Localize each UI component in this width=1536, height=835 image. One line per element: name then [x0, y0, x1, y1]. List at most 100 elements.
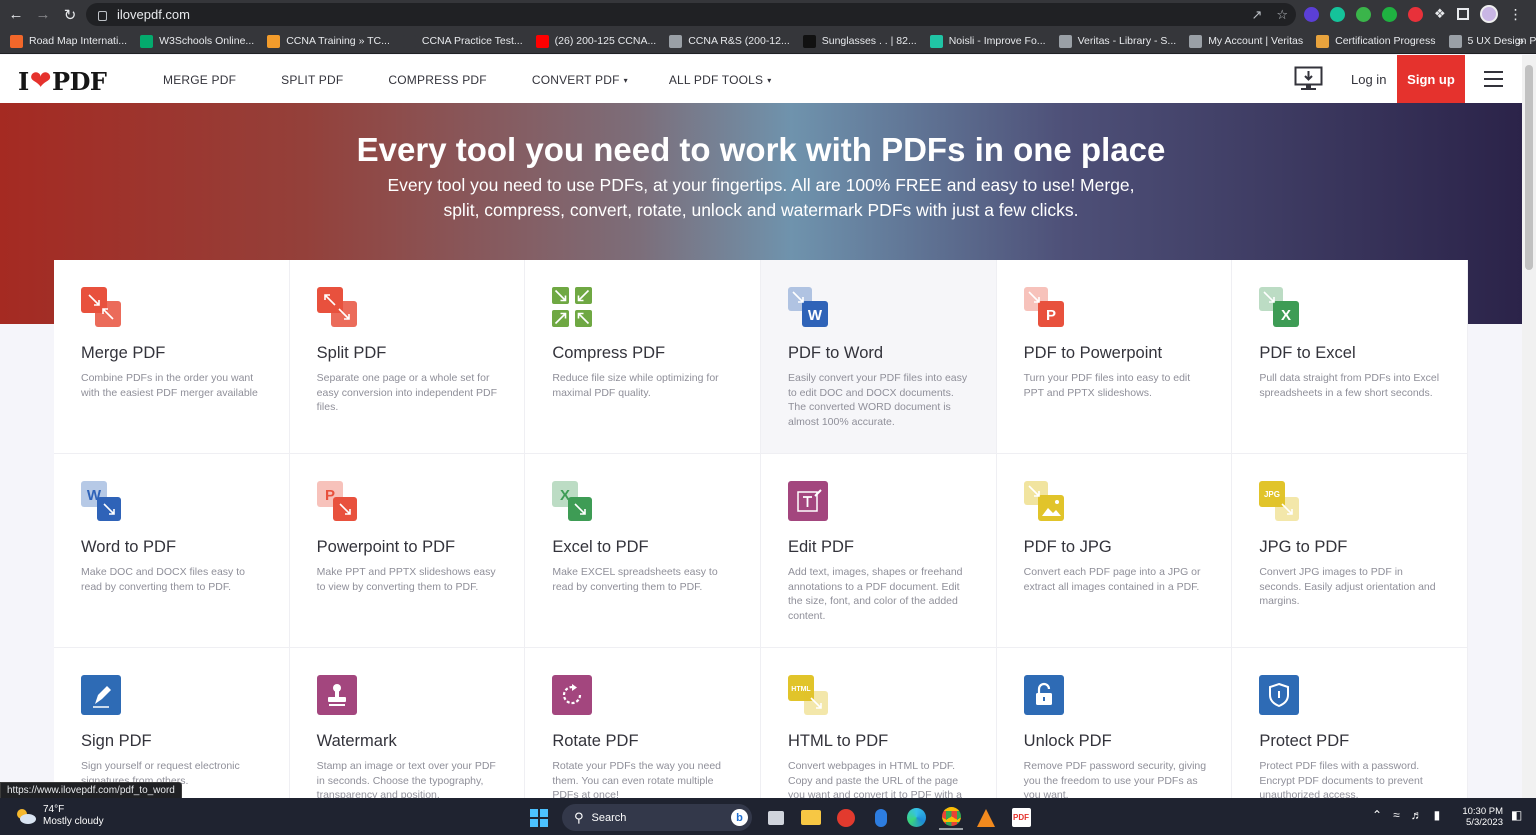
- nav-item[interactable]: SPLIT PDF: [281, 73, 347, 87]
- chrome-menu-icon[interactable]: ⋮: [1509, 6, 1523, 23]
- taskbar-clock[interactable]: 10:30 PM 5/3/2023: [1461, 806, 1503, 828]
- address-url: ilovepdf.com: [117, 7, 190, 22]
- bookmark-item[interactable]: Noisli - Improve Fo...: [929, 34, 1046, 48]
- volume-icon[interactable]: ♬: [1411, 808, 1423, 822]
- login-link[interactable]: Log in: [1351, 72, 1386, 87]
- scrollbar-thumb[interactable]: [1525, 65, 1533, 270]
- tool-card-pdf-to-jpg[interactable]: PDF to JPG Convert each PDF page into a …: [996, 454, 1233, 648]
- ilovepdf-page: I ❤ PDF MERGE PDF SPLIT PDF COMPRESS PDF CO…: [0, 55, 1522, 798]
- weather-widget[interactable]: 74°F Mostly cloudy: [15, 804, 104, 828]
- nav-item[interactable]: CONVERT PDF ▾: [532, 73, 628, 87]
- notification-icon[interactable]: ◧: [1511, 808, 1522, 822]
- bookmark-item[interactable]: Sunglasses . . | 82...: [802, 34, 917, 48]
- share-icon[interactable]: ↗: [1251, 7, 1262, 23]
- windows-start-icon[interactable]: [527, 806, 551, 830]
- svg-text:X: X: [560, 487, 570, 504]
- edge-browser-icon[interactable]: [904, 806, 928, 830]
- battery-icon[interactable]: ▮: [1434, 808, 1441, 822]
- tool-title: Watermark: [316, 732, 397, 750]
- task-view-icon[interactable]: [764, 806, 788, 830]
- hero-subtitle: Every tool you need to use PDFs, at your…: [387, 175, 1135, 220]
- tool-card-unlock-pdf[interactable]: Unlock PDF Remove PDF password security,…: [996, 648, 1233, 798]
- tool-card-merge-pdf[interactable]: Merge PDF Combine PDFs in the order you …: [54, 260, 290, 454]
- ilovepdf-logo[interactable]: I ❤ PDF: [18, 66, 107, 96]
- tool-card-split-pdf[interactable]: Split PDF Separate one page or a whole s…: [289, 260, 526, 454]
- clock-time: 10:30 PM: [1462, 806, 1503, 817]
- lock-icon[interactable]: [98, 10, 107, 21]
- profile-avatar[interactable]: [1479, 5, 1498, 23]
- edit-icon: [788, 481, 828, 521]
- stamp-icon: [316, 675, 357, 715]
- tool-card-pdf-to-excel[interactable]: X PDF to Excel Pull data straight from P…: [1232, 260, 1468, 454]
- extension-icon-3[interactable]: [1356, 6, 1371, 22]
- bookmark-label: 5 UX Design Princip...: [1467, 35, 1536, 47]
- bookmark-item[interactable]: My Account | Veritas: [1189, 34, 1303, 48]
- doc2-icon: W: [81, 481, 121, 521]
- wifi-icon[interactable]: ≈: [1393, 808, 1400, 822]
- tool-title: PDF to Excel: [1259, 344, 1356, 362]
- taskbar-search[interactable]: ⚲ Search b: [562, 804, 752, 831]
- nav-item[interactable]: ALL PDF TOOLS ▾: [669, 73, 772, 87]
- tool-card-powerpoint-to-pdf[interactable]: P Powerpoint to PDF Make PPT and PPTX sl…: [289, 454, 526, 648]
- side-panel-icon[interactable]: [1456, 8, 1469, 20]
- bookmark-item[interactable]: W3Schools Online...: [140, 34, 254, 48]
- nav-item-label: ALL PDF TOOLS: [668, 73, 764, 87]
- logo-i: I: [18, 66, 29, 96]
- tray-chevron-icon[interactable]: ⌃: [1372, 808, 1382, 822]
- chrome-browser-icon[interactable]: [939, 806, 963, 830]
- bookmark-item[interactable]: Veritas - Library - S...: [1058, 34, 1176, 48]
- tool-card-edit-pdf[interactable]: Edit PDF Add text, images, shapes or fre…: [761, 454, 997, 648]
- tool-card-compress-pdf[interactable]: Compress PDF Reduce file size while opti…: [525, 260, 761, 454]
- tool-card-jpg-to-pdf[interactable]: JPG JPG to PDF Convert JPG images to PDF…: [1232, 454, 1468, 648]
- tool-card-sign-pdf[interactable]: Sign PDF Sign yourself or request electr…: [54, 648, 290, 798]
- bookmark-star-icon[interactable]: ☆: [1276, 7, 1288, 23]
- tool-card-word-to-pdf[interactable]: W Word to PDF Make DOC and DOCX files ea…: [54, 454, 290, 648]
- signup-button[interactable]: Sign up: [1397, 55, 1465, 103]
- desktop-app-icon[interactable]: [1294, 66, 1323, 92]
- tool-card-protect-pdf[interactable]: Protect PDF Protect PDF files with a pas…: [1232, 648, 1468, 798]
- extension-icon-4[interactable]: [1382, 6, 1397, 22]
- bookmark-item[interactable]: CCNA Training » TC...: [267, 34, 390, 48]
- page-scrollbar[interactable]: [1522, 55, 1536, 798]
- address-bar[interactable]: ilovepdf.com ↗ ☆: [86, 3, 1296, 26]
- bookmarks-overflow-icon[interactable]: »: [1517, 33, 1524, 48]
- hamburger-menu-icon[interactable]: [1484, 71, 1503, 87]
- tool-card-html-to-pdf[interactable]: HTML HTML to PDF Convert webpages in HTM…: [761, 648, 997, 798]
- vlc-icon[interactable]: [974, 806, 998, 830]
- site-header: I ❤ PDF MERGE PDF SPLIT PDF COMPRESS PDF CO…: [0, 55, 1522, 103]
- bookmark-item[interactable]: CCNA Practice Test...: [402, 34, 523, 48]
- reload-icon[interactable]: ↻: [59, 4, 81, 26]
- bookmark-item[interactable]: (26) 200-125 CCNA...: [535, 34, 656, 48]
- pdf-app-icon[interactable]: PDF: [1009, 806, 1033, 830]
- tools-grid: Merge PDF Combine PDFs in the order you …: [54, 260, 1468, 798]
- tool-card-watermark[interactable]: Watermark Stamp an image or text over yo…: [289, 648, 526, 798]
- link-status-tooltip: https://www.ilovepdf.com/pdf_to_word: [0, 782, 182, 799]
- media-player-icon[interactable]: [834, 806, 858, 830]
- shield-app-icon[interactable]: [869, 806, 893, 830]
- grammarly-extension-icon[interactable]: [1330, 6, 1345, 22]
- caret-down-icon: ▾: [767, 76, 772, 85]
- bookmark-item[interactable]: Road Map Internati...: [10, 34, 127, 48]
- forward-arrow-icon[interactable]: →: [32, 4, 54, 26]
- tool-title: HTML to PDF: [788, 732, 889, 750]
- file-explorer-icon[interactable]: [799, 806, 823, 830]
- tool-card-pdf-to-powerpoint[interactable]: P PDF to Powerpoint Turn your PDF files …: [996, 260, 1233, 454]
- tool-description: Make EXCEL spreadsheets easy to read by …: [552, 566, 718, 593]
- tool-card-rotate-pdf[interactable]: Rotate PDF Rotate your PDFs the way you …: [525, 648, 761, 798]
- browser-toolbar: ← → ↻ ilovepdf.com ↗ ☆ ❖ ⋮: [0, 0, 1536, 29]
- nav-item-label: COMPRESS PDF: [388, 73, 487, 87]
- extension-icon-5[interactable]: [1408, 6, 1423, 22]
- back-arrow-icon[interactable]: ←: [5, 4, 27, 26]
- bookmark-label: CCNA R&S (200-12...: [688, 35, 790, 47]
- tool-description: Protect PDF files with a password. Encry…: [1259, 760, 1423, 798]
- bookmark-item[interactable]: Certification Progress: [1316, 34, 1436, 48]
- extension-icon-1[interactable]: [1304, 6, 1319, 22]
- tool-card-excel-to-pdf[interactable]: X Excel to PDF Make EXCEL spreadsheets e…: [525, 454, 761, 648]
- tool-description: Convert JPG images to PDF in seconds. Ea…: [1259, 566, 1436, 607]
- nav-item[interactable]: COMPRESS PDF: [388, 73, 490, 87]
- unlock-icon: [1023, 675, 1064, 715]
- nav-item[interactable]: MERGE PDF: [163, 73, 240, 87]
- bookmark-item[interactable]: CCNA R&S (200-12...: [669, 34, 790, 48]
- tool-card-pdf-to-word[interactable]: W PDF to Word Easily convert your PDF fi…: [761, 260, 997, 454]
- extensions-puzzle-icon[interactable]: ❖: [1434, 6, 1446, 22]
